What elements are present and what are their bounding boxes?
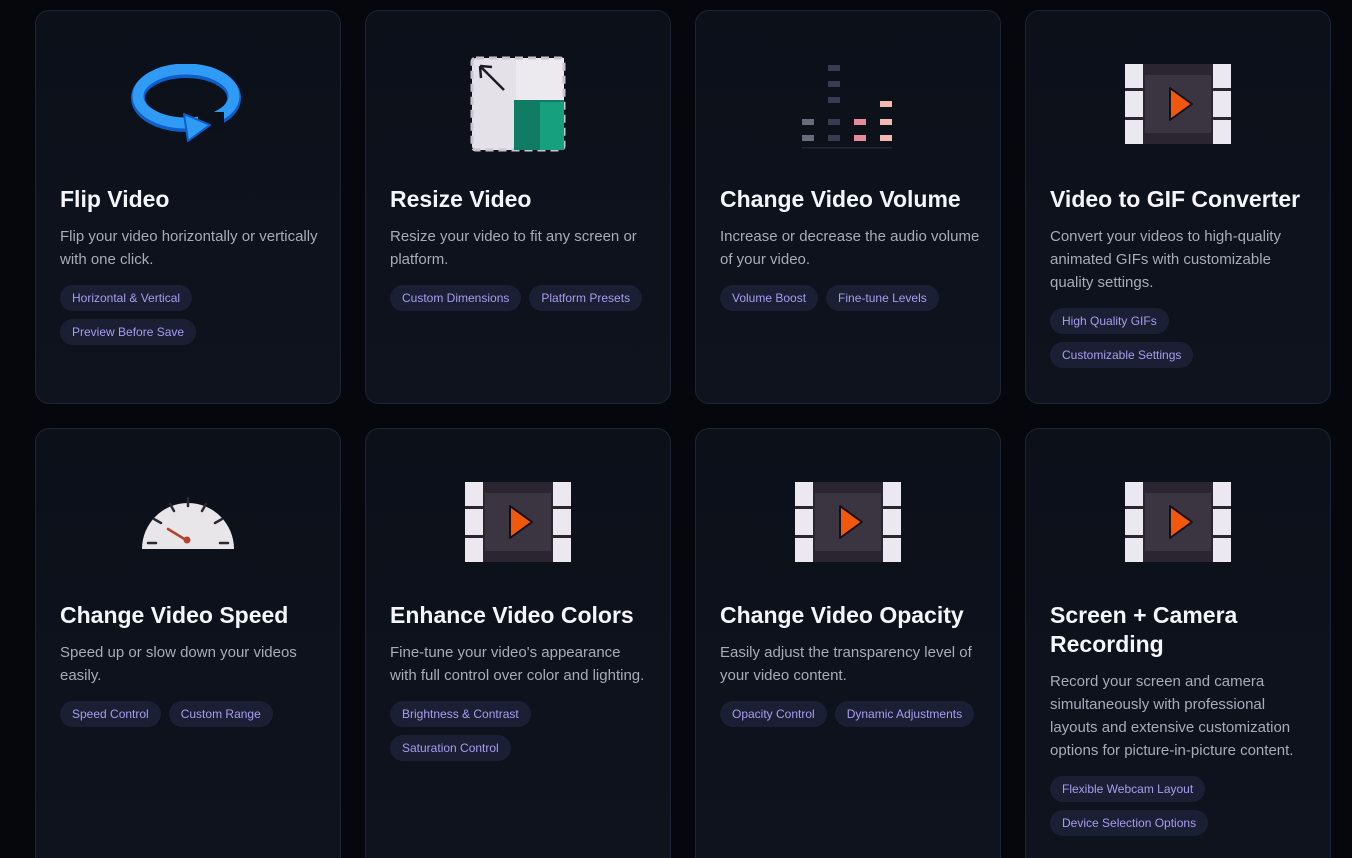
card-description: Fine-tune your video's appearance with f… <box>390 644 645 684</box>
feature-tag: Volume Boost <box>720 285 819 311</box>
card-title: Resize Video <box>390 186 532 212</box>
tag-list: Horizontal & Vertical Preview Before Sav… <box>60 285 320 345</box>
card-change-opacity[interactable]: Change Video Opacity Easily adjust the t… <box>695 428 1001 858</box>
feature-tag: Preview Before Save <box>60 319 197 345</box>
card-enhance-colors[interactable]: Enhance Video Colors Fine-tune your vide… <box>365 428 671 858</box>
card-change-speed[interactable]: Change Video Speed Speed up or slow down… <box>35 428 341 858</box>
card-change-volume[interactable]: Change Video Volume Increase or decrease… <box>695 10 1001 404</box>
film-play-icon <box>1125 64 1231 144</box>
film-play-icon <box>795 482 901 562</box>
feature-tag: Fine-tune Levels <box>826 285 939 311</box>
feature-tag: Device Selection Options <box>1050 810 1209 836</box>
card-description: Flip your video horizontally or vertical… <box>60 228 318 268</box>
card-description: Resize your video to fit any screen or p… <box>390 228 637 268</box>
feature-tag: Opacity Control <box>720 701 827 727</box>
card-title: Change Video Opacity <box>720 602 964 628</box>
feature-tag: Saturation Control <box>390 735 511 761</box>
tag-list: Volume Boost Fine-tune Levels <box>720 285 980 311</box>
card-title: Enhance Video Colors <box>390 602 634 628</box>
feature-tag: Brightness & Contrast <box>390 701 531 727</box>
tag-list: High Quality GIFs Customizable Settings <box>1050 308 1310 368</box>
feature-tag: Speed Control <box>60 701 161 727</box>
card-description: Convert your videos to high-quality anim… <box>1050 228 1281 291</box>
film-play-icon <box>1125 482 1231 562</box>
card-video-to-gif[interactable]: Video to GIF Converter Convert your vide… <box>1025 10 1331 404</box>
card-title: Change Video Speed <box>60 602 289 628</box>
volume-bars-icon <box>802 65 892 149</box>
tag-list: Brightness & Contrast Saturation Control <box>390 701 650 761</box>
card-description: Speed up or slow down your videos easily… <box>60 644 297 684</box>
tag-list: Custom Dimensions Platform Presets <box>390 285 650 311</box>
film-play-icon <box>465 482 571 562</box>
tools-grid: Flip Video Flip your video horizontally … <box>35 10 1331 858</box>
card-resize-video[interactable]: Resize Video Resize your video to fit an… <box>365 10 671 404</box>
card-title: Video to GIF Converter <box>1050 186 1301 212</box>
card-flip-video[interactable]: Flip Video Flip your video horizontally … <box>35 10 341 404</box>
feature-tag: Platform Presets <box>529 285 643 311</box>
speedometer-icon <box>142 496 234 549</box>
card-description: Easily adjust the transparency level of … <box>720 644 972 684</box>
card-description: Record your screen and camera simultaneo… <box>1050 673 1294 759</box>
resize-icon <box>470 56 566 152</box>
flip-rotate-icon <box>131 64 241 142</box>
feature-tag: Dynamic Adjustments <box>834 701 975 727</box>
feature-tag: Custom Dimensions <box>390 285 522 311</box>
card-title: Flip Video <box>60 186 170 212</box>
tag-list: Speed Control Custom Range <box>60 701 320 727</box>
card-title: Change Video Volume <box>720 186 961 212</box>
feature-tag: Custom Range <box>168 701 273 727</box>
card-screen-camera-recording[interactable]: Screen + Camera Recording Record your sc… <box>1025 428 1331 858</box>
card-description: Increase or decrease the audio volume of… <box>720 228 980 268</box>
tag-list: Flexible Webcam Layout Device Selection … <box>1050 776 1310 836</box>
tag-list: Opacity Control Dynamic Adjustments <box>720 701 980 727</box>
card-title: Screen + Camera Recording <box>1050 602 1238 657</box>
feature-tag: Customizable Settings <box>1050 342 1194 368</box>
feature-tag: Horizontal & Vertical <box>60 285 193 311</box>
feature-tag: High Quality GIFs <box>1050 308 1169 334</box>
feature-tag: Flexible Webcam Layout <box>1050 776 1206 802</box>
